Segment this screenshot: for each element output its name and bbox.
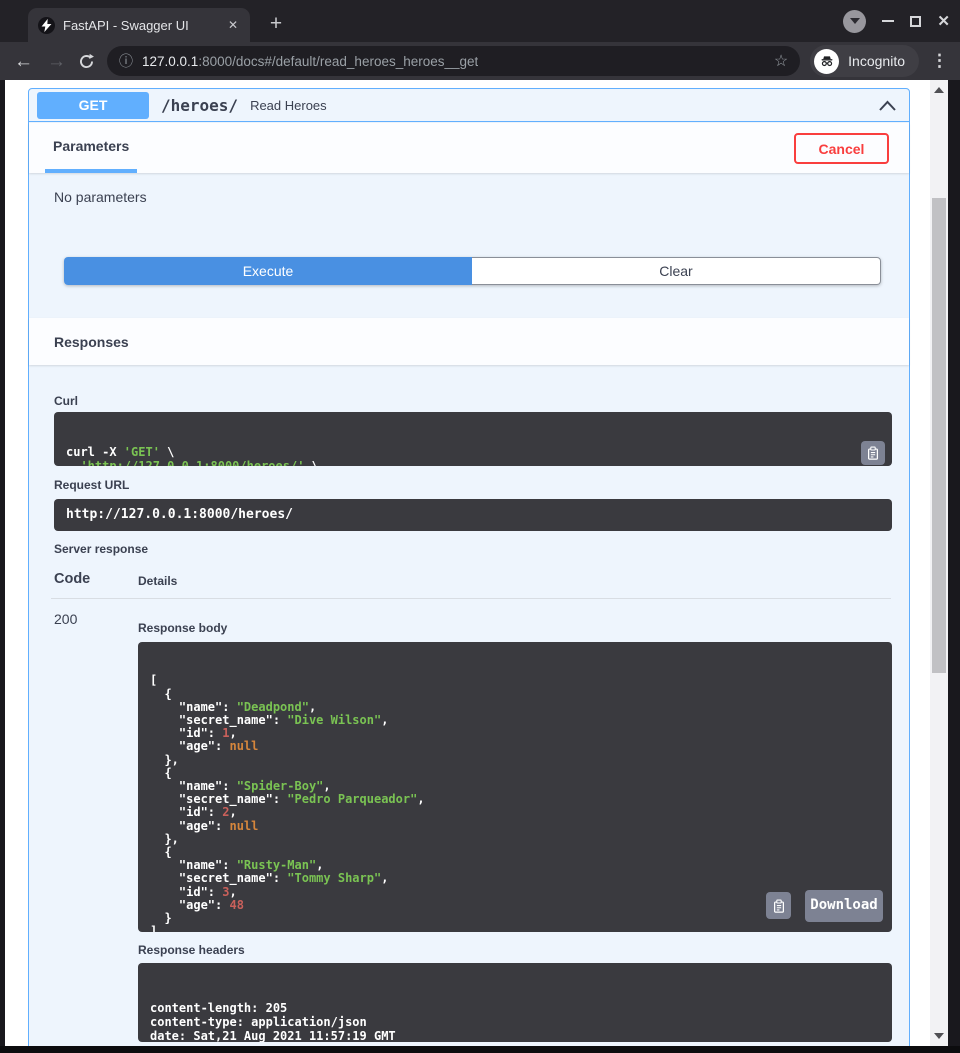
responses-divider (51, 598, 891, 599)
browser-toolbar: ← → ⓘ 127.0.0.1:8000/docs#/default/read_… (0, 42, 960, 80)
tab-parameters[interactable]: Parameters (45, 123, 137, 173)
browser-tab[interactable]: FastAPI - Swagger UI ✕ (28, 8, 250, 42)
request-url-label: Request URL (54, 478, 129, 492)
page-scrollbar[interactable] (930, 80, 948, 1046)
endpoint-summary: Read Heroes (250, 98, 327, 113)
download-button[interactable]: Download (805, 890, 883, 922)
response-body-block: [ { "name": "Deadpond", "secret_name": "… (138, 642, 892, 932)
status-code: 200 (54, 611, 77, 627)
details-column-header: Details (138, 574, 177, 588)
scroll-down-arrow-icon[interactable] (934, 1033, 944, 1039)
url-text[interactable]: 127.0.0.1:8000/docs#/default/read_heroes… (142, 54, 478, 69)
window-border-right (948, 80, 960, 1053)
endpoint-path: /heroes/ (161, 96, 238, 115)
window-controls: ✕ (843, 0, 950, 42)
no-parameters-text: No parameters (54, 189, 147, 205)
chevron-down-icon (850, 18, 860, 24)
scrollbar-thumb[interactable] (932, 198, 946, 673)
url-path: :8000/docs#/default/read_heroes_heroes__… (198, 54, 478, 69)
close-button[interactable]: ✕ (937, 12, 950, 30)
incognito-icon (814, 49, 839, 74)
responses-title: Responses (54, 318, 129, 365)
url-host: 127.0.0.1 (142, 54, 198, 69)
incognito-badge: Incognito (810, 45, 919, 77)
address-bar[interactable]: ⓘ 127.0.0.1:8000/docs#/default/read_hero… (107, 46, 800, 76)
request-url-value: http://127.0.0.1:8000/heroes/ (54, 499, 892, 531)
method-badge: GET (37, 92, 149, 119)
tab-search-button[interactable] (843, 10, 866, 33)
browser-menu-icon[interactable]: ⋮ (931, 51, 948, 71)
execute-button[interactable]: Execute (64, 257, 472, 285)
opblock-summary[interactable]: GET /heroes/ Read Heroes (29, 89, 909, 122)
back-button[interactable]: ← (14, 52, 33, 71)
minimize-button[interactable] (882, 20, 894, 22)
new-tab-button[interactable]: + (262, 10, 290, 38)
tab-strip: FastAPI - Swagger UI ✕ + ✕ (0, 0, 960, 42)
site-info-icon[interactable]: ⓘ (119, 51, 133, 71)
copy-curl-button[interactable] (861, 441, 885, 465)
window-border-left (0, 80, 5, 1053)
curl-command: curl -X 'GET' \ 'http://127.0.0.1:8000/h… (54, 412, 892, 466)
clear-button[interactable]: Clear (472, 257, 881, 285)
bookmark-star-icon[interactable]: ☆ (766, 51, 788, 71)
incognito-label: Incognito (848, 53, 905, 69)
scroll-up-arrow-icon[interactable] (934, 87, 944, 93)
execute-row: Execute Clear (64, 257, 881, 285)
swagger-page: GET /heroes/ Read Heroes Parameters Canc… (5, 80, 930, 1046)
browser-window: FastAPI - Swagger UI ✕ + ✕ ← → ⓘ 127.0.0… (0, 0, 960, 1053)
maximize-button[interactable] (910, 16, 921, 27)
copy-response-button[interactable] (766, 892, 791, 919)
opblock-get-heroes: GET /heroes/ Read Heroes Parameters Canc… (28, 88, 910, 1046)
fastapi-favicon-icon (38, 17, 55, 34)
tab-title: FastAPI - Swagger UI (63, 18, 224, 33)
cancel-button[interactable]: Cancel (794, 133, 889, 164)
response-headers-block: content-length: 205content-type: applica… (138, 963, 892, 1042)
tab-close-icon[interactable]: ✕ (224, 16, 242, 34)
curl-label: Curl (54, 394, 78, 408)
window-border-bottom (0, 1046, 960, 1053)
code-column-header: Code (54, 571, 90, 587)
collapse-chevron-up-icon[interactable] (878, 99, 897, 112)
response-headers-lines: content-length: 205content-type: applica… (150, 1001, 880, 1042)
server-response-label: Server response (54, 542, 148, 556)
reload-button[interactable] (78, 53, 95, 70)
response-body-label: Response body (138, 621, 227, 635)
responses-header: Responses (29, 318, 909, 365)
response-headers-label: Response headers (138, 943, 245, 957)
parameters-header: Parameters Cancel (29, 123, 909, 173)
forward-button[interactable]: → (47, 52, 66, 71)
curl-code: curl -X 'GET' \ 'http://127.0.0.1:8000/h… (66, 446, 880, 466)
